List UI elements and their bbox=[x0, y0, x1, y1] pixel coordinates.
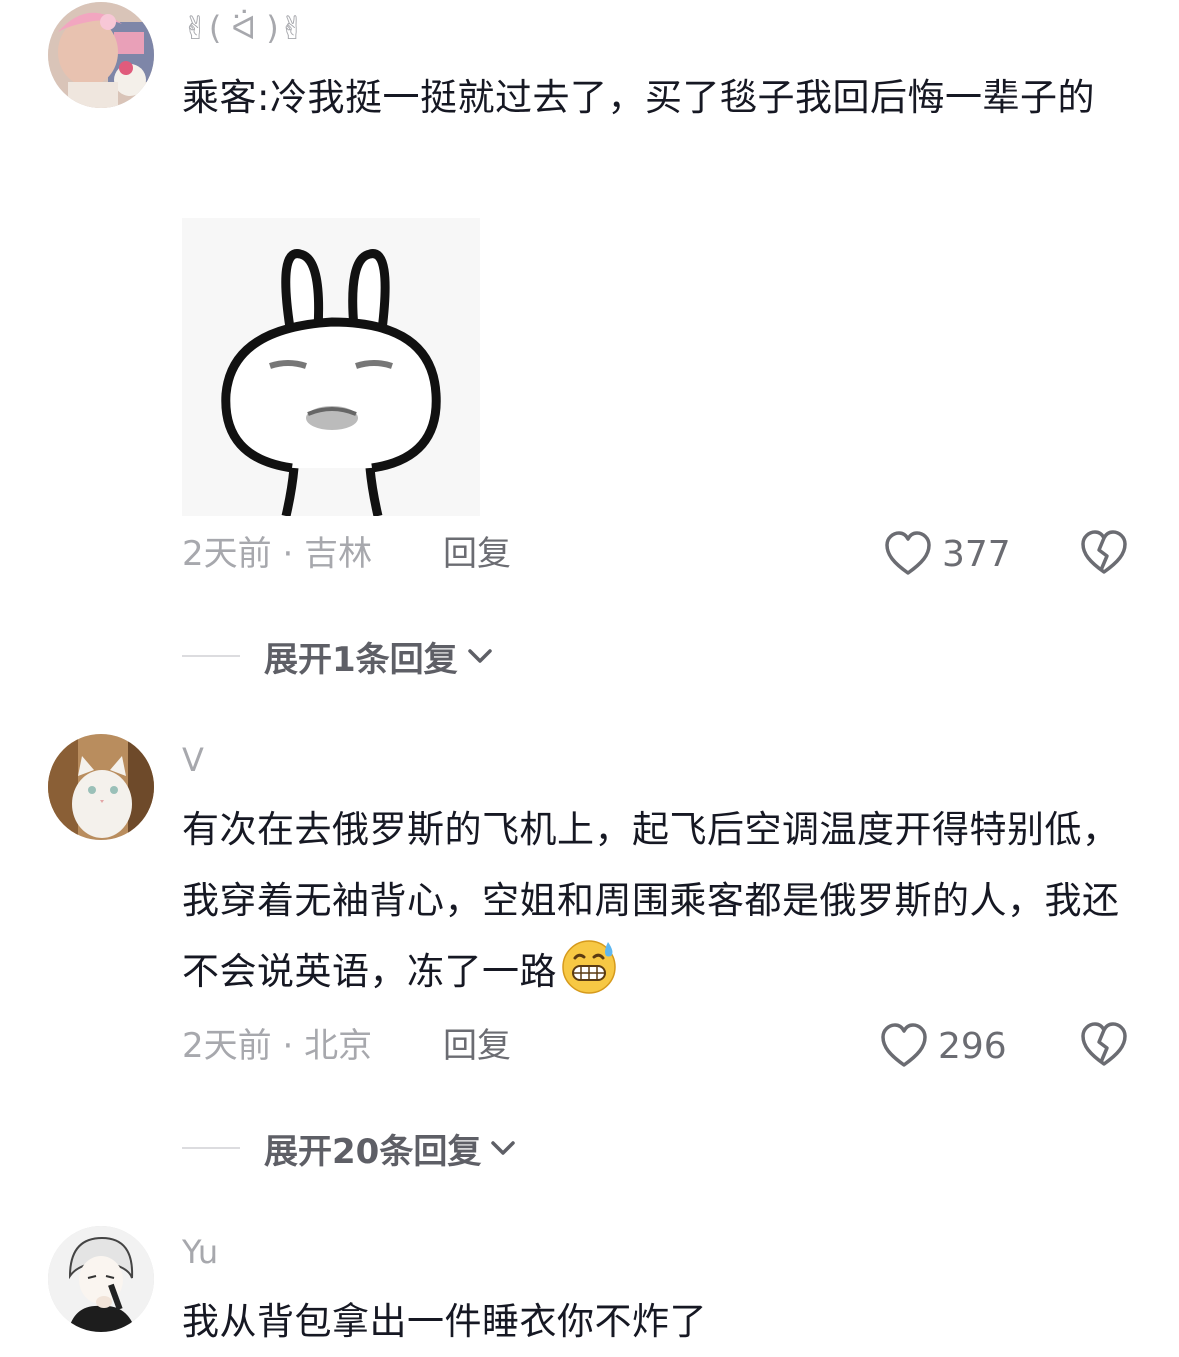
comment-location: 北京 bbox=[304, 1026, 373, 1066]
chevron-down-icon bbox=[467, 649, 492, 663]
expand-replies-label: 展开20条回复 bbox=[264, 1131, 482, 1172]
avatar[interactable] bbox=[48, 2, 154, 108]
comment-text: 乘客:冷我挺一挺就过去了，买了毯子我回后悔一辈子的 bbox=[182, 76, 1095, 119]
broken-heart-icon bbox=[1081, 530, 1127, 574]
meta-separator: · bbox=[271, 534, 305, 574]
comment-text: 有次在去俄罗斯的飞机上，起飞后空调温度开得特别低，我穿着无袖背心，空姐和周围乘客… bbox=[182, 794, 1132, 1007]
comment-meta: 2天前 · 北京 bbox=[182, 1024, 372, 1068]
comment-time: 2天前 bbox=[182, 534, 272, 574]
avatar[interactable] bbox=[48, 1226, 154, 1332]
chevron-down-icon bbox=[491, 1141, 516, 1155]
comment-username[interactable]: V bbox=[182, 740, 204, 780]
heart-icon bbox=[881, 1023, 927, 1067]
comment-text: 我从背包拿出一件睡衣你不炸了 bbox=[182, 1300, 707, 1343]
comment-location: 吉林 bbox=[304, 534, 373, 574]
comment-username[interactable]: ✌( ᐛ )✌ bbox=[182, 8, 306, 48]
expand-replies-button[interactable]: 展开20条回复 bbox=[182, 1126, 517, 1172]
heart-icon bbox=[885, 531, 931, 575]
broken-heart-icon bbox=[1081, 1022, 1127, 1066]
like-count: 377 bbox=[942, 533, 1011, 575]
divider-line bbox=[182, 655, 240, 657]
expand-replies-label: 展开1条回复 bbox=[264, 639, 458, 680]
dislike-button[interactable] bbox=[1080, 530, 1128, 578]
divider-line bbox=[182, 1147, 240, 1149]
reply-button[interactable]: 回复 bbox=[443, 1024, 511, 1068]
meta-separator: · bbox=[271, 1026, 305, 1066]
rabbit-sticker-icon bbox=[182, 218, 480, 518]
avatar-image bbox=[48, 2, 154, 108]
reply-button[interactable]: 回复 bbox=[443, 532, 511, 576]
avatar[interactable] bbox=[48, 734, 154, 840]
like-button[interactable]: 377 bbox=[884, 530, 1011, 578]
comment-username[interactable]: Yu bbox=[182, 1232, 218, 1272]
grinning-sweat-emoji-icon bbox=[562, 940, 616, 994]
expand-replies-button[interactable]: 展开1条回复 bbox=[182, 634, 494, 680]
avatar-image bbox=[48, 734, 154, 840]
comment-sticker-image[interactable] bbox=[182, 218, 480, 518]
dislike-button[interactable] bbox=[1080, 1022, 1128, 1070]
avatar-image bbox=[48, 1226, 154, 1332]
like-count: 296 bbox=[938, 1025, 1007, 1067]
comment-text-content: 有次在去俄罗斯的飞机上，起飞后空调温度开得特别低，我穿着无袖背心，空姐和周围乘客… bbox=[182, 808, 1120, 993]
comment-meta: 2天前 · 吉林 bbox=[182, 532, 372, 576]
like-button[interactable]: 296 bbox=[880, 1022, 1007, 1070]
comment-time: 2天前 bbox=[182, 1026, 272, 1066]
